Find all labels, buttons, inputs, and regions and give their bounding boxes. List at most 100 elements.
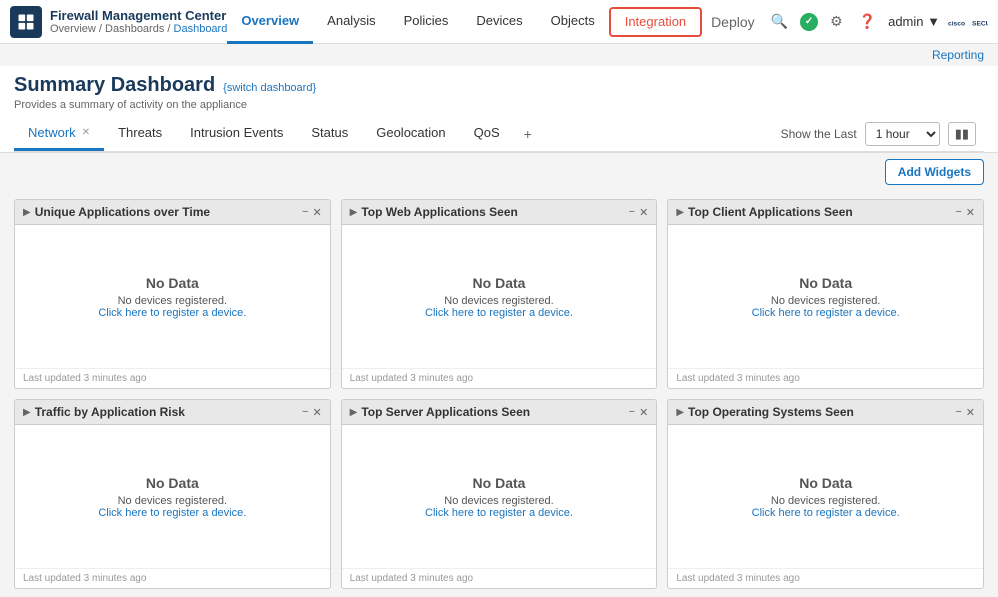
widget-unique-apps-title: Unique Applications over Time [35, 205, 298, 219]
nav-devices[interactable]: Devices [462, 0, 536, 44]
widget-traffic-by-risk-header: ▶ Traffic by Application Risk − ✕ [15, 400, 330, 425]
widget-top-server-apps-minimize[interactable]: − [629, 406, 635, 418]
widget-top-web-apps-close[interactable]: ✕ [639, 206, 648, 219]
widget-unique-apps-register-link[interactable]: Click here to register a device. [98, 307, 246, 319]
widget-top-web-apps-title: Top Web Applications Seen [361, 205, 624, 219]
widget-top-web-apps-minimize[interactable]: − [629, 206, 635, 218]
widget-traffic-by-risk-no-data: No Data [146, 475, 199, 491]
widget-top-server-apps-expand-icon[interactable]: ▶ [350, 407, 358, 418]
widget-unique-apps-close[interactable]: ✕ [312, 206, 321, 219]
tab-network[interactable]: Network ✕ [14, 117, 104, 151]
widget-unique-apps-no-data: No Data [146, 275, 199, 291]
widget-top-server-apps-close[interactable]: ✕ [639, 406, 648, 419]
main-nav: Overview Analysis Policies Devices Objec… [227, 0, 707, 44]
widget-top-server-apps-msg: No devices registered. [444, 495, 553, 507]
widget-top-os-close[interactable]: ✕ [966, 406, 975, 419]
help-button[interactable]: ❓ [855, 9, 880, 34]
widget-top-web-apps-expand-icon[interactable]: ▶ [350, 207, 358, 218]
widget-top-os: ▶ Top Operating Systems Seen − ✕ No Data… [667, 399, 984, 589]
pause-button[interactable]: ▮▮ [948, 122, 976, 146]
widget-traffic-by-risk-expand-icon[interactable]: ▶ [23, 407, 31, 418]
widget-unique-apps: ▶ Unique Applications over Time − ✕ No D… [14, 199, 331, 389]
widget-top-web-apps-header: ▶ Top Web Applications Seen − ✕ [342, 200, 657, 225]
nav-overview[interactable]: Overview [227, 0, 313, 44]
widget-top-web-apps-msg: No devices registered. [444, 295, 553, 307]
cisco-secure-logo: cisco SECURE [948, 14, 988, 30]
reporting-bar: Reporting [0, 44, 998, 66]
widget-top-web-apps-register-link[interactable]: Click here to register a device. [425, 307, 573, 319]
widget-top-web-apps-footer: Last updated 3 minutes ago [342, 368, 657, 388]
widget-top-client-apps-no-data: No Data [799, 275, 852, 291]
add-widgets-button[interactable]: Add Widgets [885, 159, 984, 185]
widget-top-os-minimize[interactable]: − [955, 406, 961, 418]
widget-traffic-by-risk: ▶ Traffic by Application Risk − ✕ No Dat… [14, 399, 331, 589]
admin-button[interactable]: admin ▼ [888, 14, 940, 29]
svg-text:cisco: cisco [948, 20, 965, 27]
widget-top-os-body: No Data No devices registered. Click her… [668, 425, 983, 568]
switch-dashboard-link[interactable]: {switch dashboard} [223, 82, 316, 94]
nav-analysis[interactable]: Analysis [313, 0, 389, 44]
widget-top-server-apps-no-data: No Data [473, 475, 526, 491]
widget-top-server-apps-register-link[interactable]: Click here to register a device. [425, 507, 573, 519]
tab-status[interactable]: Status [297, 117, 362, 151]
widget-top-web-apps: ▶ Top Web Applications Seen − ✕ No Data … [341, 199, 658, 389]
widget-traffic-by-risk-register-link[interactable]: Click here to register a device. [98, 507, 246, 519]
widget-top-server-apps-body: No Data No devices registered. Click her… [342, 425, 657, 568]
svg-text:SECURE: SECURE [972, 20, 988, 27]
widget-unique-apps-header: ▶ Unique Applications over Time − ✕ [15, 200, 330, 225]
widget-top-os-footer: Last updated 3 minutes ago [668, 568, 983, 588]
widget-top-client-apps-header: ▶ Top Client Applications Seen − ✕ [668, 200, 983, 225]
widget-top-server-apps: ▶ Top Server Applications Seen − ✕ No Da… [341, 399, 658, 589]
widget-top-client-apps-msg: No devices registered. [771, 295, 880, 307]
tab-threats[interactable]: Threats [104, 117, 176, 151]
widget-top-os-controls: − ✕ [955, 406, 975, 419]
search-button[interactable]: 🔍 [767, 9, 792, 34]
status-indicator: ✓ [800, 13, 818, 31]
deploy-button[interactable]: Deploy [707, 10, 759, 34]
tab-add-button[interactable]: + [514, 120, 542, 148]
widget-top-client-apps-expand-icon[interactable]: ▶ [676, 207, 684, 218]
page-subtitle: Provides a summary of activity on the ap… [14, 97, 984, 117]
widget-top-web-apps-controls: − ✕ [629, 206, 649, 219]
settings-button[interactable]: ⚙ [826, 9, 847, 34]
tab-intrusion-events[interactable]: Intrusion Events [176, 117, 297, 151]
topbar: Firewall Management Center Overview / Da… [0, 0, 998, 44]
reporting-link[interactable]: Reporting [932, 48, 984, 62]
widget-top-os-expand-icon[interactable]: ▶ [676, 407, 684, 418]
tabs-row: Network ✕ Threats Intrusion Events Statu… [14, 117, 984, 152]
tabs-right-controls: Show the Last 1 hour 3 hours 6 hours 1 d… [781, 122, 984, 146]
logo-icon [10, 6, 42, 38]
widget-top-client-apps-footer: Last updated 3 minutes ago [668, 368, 983, 388]
tab-qos[interactable]: QoS [460, 117, 514, 151]
page-header: Summary Dashboard {switch dashboard} Pro… [0, 66, 998, 153]
widget-top-server-apps-title: Top Server Applications Seen [361, 405, 624, 419]
tab-network-close[interactable]: ✕ [82, 127, 90, 138]
nav-objects[interactable]: Objects [537, 0, 609, 44]
widget-top-web-apps-no-data: No Data [473, 275, 526, 291]
widget-top-server-apps-header: ▶ Top Server Applications Seen − ✕ [342, 400, 657, 425]
widget-top-os-register-link[interactable]: Click here to register a device. [752, 507, 900, 519]
widget-top-client-apps-body: No Data No devices registered. Click her… [668, 225, 983, 368]
widget-traffic-by-risk-title: Traffic by Application Risk [35, 405, 298, 419]
widget-unique-apps-minimize[interactable]: − [302, 206, 308, 218]
widget-traffic-by-risk-msg: No devices registered. [118, 495, 227, 507]
widget-traffic-by-risk-minimize[interactable]: − [302, 406, 308, 418]
widget-top-server-apps-footer: Last updated 3 minutes ago [342, 568, 657, 588]
widget-top-client-apps-title: Top Client Applications Seen [688, 205, 951, 219]
widget-top-client-apps-close[interactable]: ✕ [966, 206, 975, 219]
widget-traffic-by-risk-controls: − ✕ [302, 406, 322, 419]
page-title: Summary Dashboard [14, 74, 215, 97]
tab-geolocation[interactable]: Geolocation [362, 117, 459, 151]
widget-traffic-by-risk-close[interactable]: ✕ [312, 406, 321, 419]
app-name: Firewall Management Center [50, 8, 227, 24]
topbar-right: Deploy 🔍 ✓ ⚙ ❓ admin ▼ cisco SECURE [707, 9, 988, 34]
widget-top-client-apps-register-link[interactable]: Click here to register a device. [752, 307, 900, 319]
widget-unique-apps-expand-icon[interactable]: ▶ [23, 207, 31, 218]
show-last-select[interactable]: 1 hour 3 hours 6 hours 1 day [865, 122, 940, 146]
widget-top-client-apps-minimize[interactable]: − [955, 206, 961, 218]
widget-traffic-by-risk-footer: Last updated 3 minutes ago [15, 568, 330, 588]
nav-integration[interactable]: Integration [609, 7, 702, 37]
widget-traffic-by-risk-body: No Data No devices registered. Click her… [15, 425, 330, 568]
widget-top-client-apps: ▶ Top Client Applications Seen − ✕ No Da… [667, 199, 984, 389]
nav-policies[interactable]: Policies [390, 0, 463, 44]
